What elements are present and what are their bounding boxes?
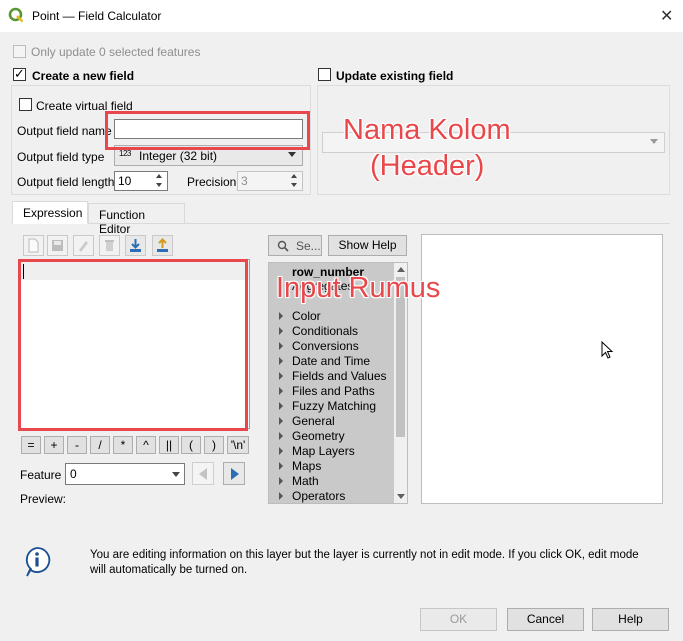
cancel-button[interactable]: Cancel xyxy=(507,608,584,631)
spin-down-icon[interactable] xyxy=(153,181,167,190)
output-length-value: 10 xyxy=(118,174,132,188)
qgis-logo-icon xyxy=(8,7,24,23)
create-new-field-checkbox[interactable] xyxy=(13,66,26,82)
search-placeholder: Se... xyxy=(296,239,321,253)
expression-highlight-box xyxy=(18,259,248,431)
create-new-field-label: Create a new field xyxy=(32,69,135,83)
chevron-down-icon xyxy=(650,139,658,144)
tab-expression[interactable]: Expression xyxy=(12,201,88,224)
output-type-value: Integer (32 bit) xyxy=(139,149,218,163)
arrow-left-icon xyxy=(199,468,207,480)
show-help-button[interactable]: Show Help xyxy=(328,235,407,256)
save-icon[interactable] xyxy=(47,235,68,256)
edit-mode-info-text: You are editing information on this laye… xyxy=(90,549,639,576)
new-file-icon[interactable] xyxy=(23,235,44,256)
delete-icon[interactable] xyxy=(99,235,120,256)
help-panel xyxy=(421,234,663,504)
arrow-right-icon xyxy=(231,468,239,480)
feature-combo[interactable]: 0 xyxy=(65,463,185,485)
output-type-label: Output field type xyxy=(17,150,105,164)
operator-open-paren-button[interactable]: ( xyxy=(181,436,201,454)
preview-label: Preview: xyxy=(20,492,67,506)
chevron-down-icon xyxy=(172,472,180,477)
output-length-label: Output field length xyxy=(17,175,115,189)
operator-multiply-button[interactable]: * xyxy=(113,436,133,454)
operator-equals-button[interactable]: = xyxy=(21,436,41,454)
update-existing-checkbox[interactable] xyxy=(318,68,331,81)
feature-value: 0 xyxy=(70,467,77,481)
operator-close-paren-button[interactable]: ) xyxy=(204,436,224,454)
mouse-cursor-icon xyxy=(601,341,614,359)
precision-value: 3 xyxy=(241,174,248,188)
only-update-label: Only update 0 selected features xyxy=(31,45,201,59)
edit-pencil-icon[interactable] xyxy=(73,235,94,256)
operator-divide-button[interactable]: / xyxy=(90,436,110,454)
help-button[interactable]: Help xyxy=(592,608,669,631)
annotation-input-rumus: Input Rumus xyxy=(276,272,441,304)
import-icon[interactable] xyxy=(125,235,146,256)
info-icon xyxy=(25,547,51,577)
only-update-checkbox[interactable] xyxy=(13,45,26,58)
precision-label: Precision xyxy=(187,175,237,189)
previous-feature-button[interactable] xyxy=(192,462,214,485)
operator-power-button[interactable]: ^ xyxy=(136,436,156,454)
search-icon xyxy=(277,240,289,252)
tab-function-editor[interactable]: Function Editor xyxy=(88,203,185,236)
operator-concat-button[interactable]: || xyxy=(159,436,179,454)
field-name-highlight-box xyxy=(105,111,310,150)
output-length-spinbox[interactable]: 10 xyxy=(114,171,168,191)
annotation-nama-kolom: Nama Kolom xyxy=(343,114,511,146)
operator-minus-button[interactable]: - xyxy=(67,436,87,454)
spin-down-icon[interactable] xyxy=(288,181,302,190)
close-icon[interactable]: ✕ xyxy=(660,6,673,26)
spin-up-icon[interactable] xyxy=(288,172,302,181)
spin-up-icon[interactable] xyxy=(153,172,167,181)
integer-type-icon: 123 xyxy=(119,149,131,158)
create-virtual-checkbox[interactable] xyxy=(19,98,32,111)
tab-expression-label: Expression xyxy=(23,206,83,220)
search-input[interactable]: Se... xyxy=(268,235,322,256)
precision-spinbox[interactable]: 3 xyxy=(237,171,303,191)
tab-function-editor-label: Function Editor xyxy=(99,208,146,236)
update-existing-label: Update existing field xyxy=(336,69,454,83)
feature-label: Feature xyxy=(20,468,62,482)
output-name-label: Output field name xyxy=(17,124,112,138)
ok-button[interactable]: OK xyxy=(420,608,497,631)
next-feature-button[interactable] xyxy=(223,462,245,485)
annotation-header: (Header) xyxy=(370,150,485,182)
export-icon[interactable] xyxy=(152,235,173,256)
title-bar: Point — Field Calculator ✕ xyxy=(0,0,683,32)
window-title: Point — Field Calculator xyxy=(32,9,162,23)
operator-plus-button[interactable]: + xyxy=(44,436,64,454)
scroll-down-icon[interactable] xyxy=(397,494,405,499)
operator-newline-button[interactable]: '\n' xyxy=(227,436,249,454)
chevron-down-icon xyxy=(288,152,296,157)
